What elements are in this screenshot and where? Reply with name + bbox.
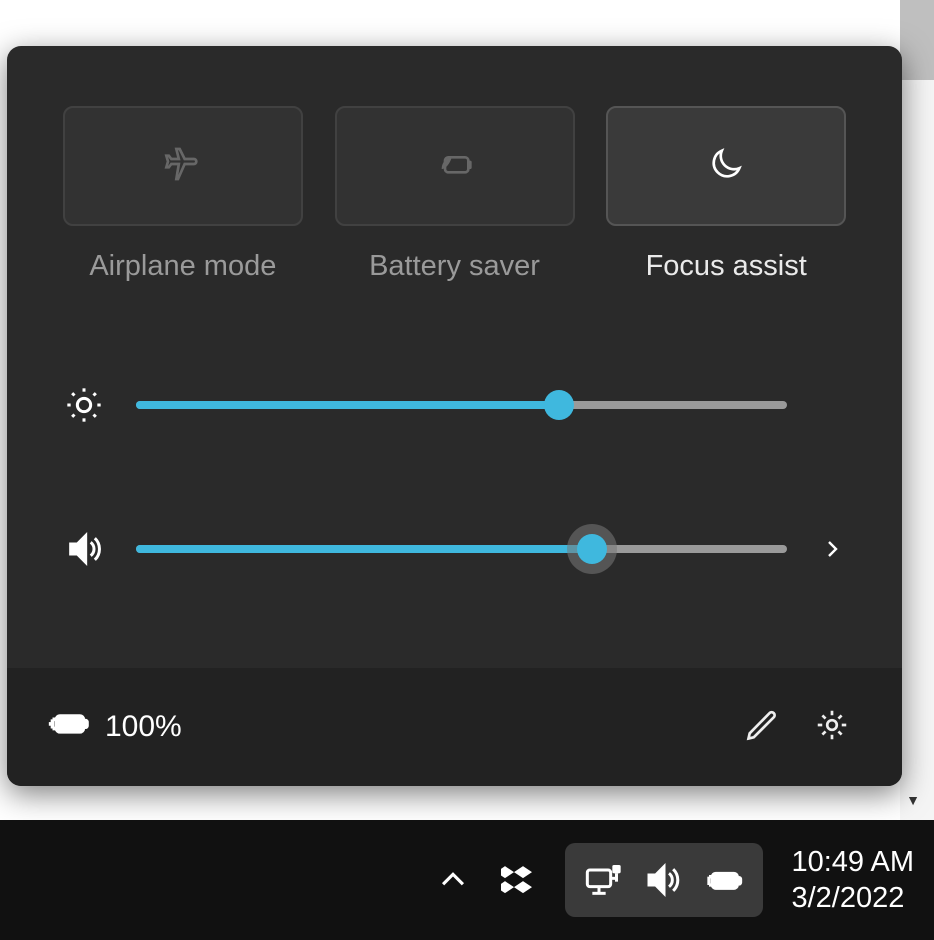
taskbar: 10:49 AM 3/2/2022 (0, 820, 934, 940)
focus-assist-toggle[interactable] (606, 106, 846, 226)
quick-settings-footer: 100% (7, 668, 902, 786)
airplane-mode-toggle[interactable] (63, 106, 303, 226)
leaf-battery-icon (435, 144, 475, 189)
brightness-slider[interactable] (136, 401, 787, 409)
brightness-row (62, 383, 847, 427)
edit-quick-settings-button[interactable] (732, 697, 792, 757)
quick-action-tiles: Airplane mode Battery saver (7, 46, 902, 283)
battery-saver-item: Battery saver (334, 106, 576, 283)
battery-saver-toggle[interactable] (335, 106, 575, 226)
gear-icon (814, 707, 850, 748)
focus-assist-label: Focus assist (646, 250, 807, 283)
settings-button[interactable] (802, 697, 862, 757)
speaker-icon[interactable] (62, 527, 106, 571)
focus-assist-item: Focus assist (605, 106, 847, 283)
battery-saver-label: Battery saver (369, 250, 540, 283)
system-tray-group[interactable] (565, 843, 763, 917)
scrollbar-track[interactable] (900, 80, 934, 820)
battery-percent-label: 100% (105, 710, 182, 744)
dropbox-icon (501, 860, 541, 900)
scrollbar-thumb[interactable] (900, 0, 934, 80)
battery-status[interactable]: 100% (47, 701, 182, 753)
dropdown-indicator-icon: ▼ (906, 792, 920, 808)
chevron-up-icon (436, 863, 470, 897)
brightness-icon (62, 383, 106, 427)
volume-row (62, 527, 847, 571)
quick-settings-panel: Airplane mode Battery saver (7, 46, 902, 786)
dropbox-tray-icon[interactable] (497, 856, 545, 904)
pencil-icon (744, 707, 780, 748)
moon-icon (706, 144, 746, 189)
airplane-mode-label: Airplane mode (89, 250, 276, 283)
tray-overflow-button[interactable] (429, 856, 477, 904)
power-tray-icon (701, 857, 747, 903)
sliders-section (7, 323, 902, 601)
airplane-icon (163, 144, 203, 189)
taskbar-time: 10:49 AM (791, 844, 914, 880)
volume-tray-icon (641, 857, 687, 903)
volume-slider[interactable] (136, 545, 787, 553)
plugged-battery-icon (47, 701, 91, 753)
network-icon (581, 857, 627, 903)
taskbar-date: 3/2/2022 (791, 880, 904, 916)
volume-output-button[interactable] (817, 537, 847, 561)
airplane-mode-item: Airplane mode (62, 106, 304, 283)
taskbar-clock[interactable]: 10:49 AM 3/2/2022 (791, 844, 914, 917)
